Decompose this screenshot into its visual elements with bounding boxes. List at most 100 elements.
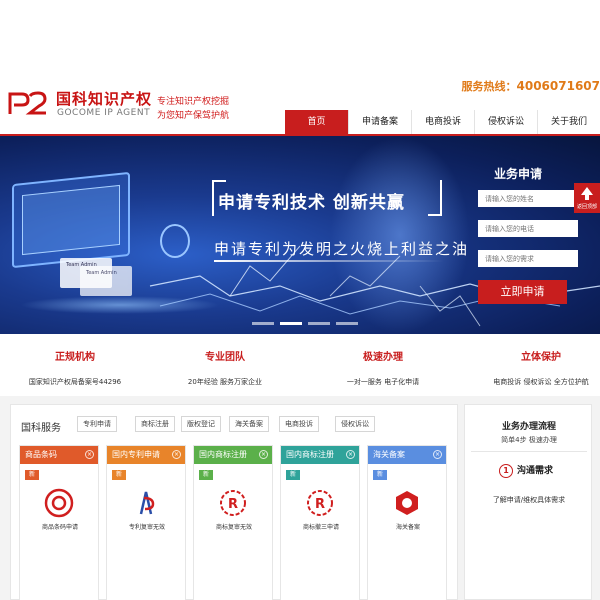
card-header: 国内商标注册 × — [194, 446, 272, 464]
card-title: 国内商标注册 — [286, 450, 334, 459]
feature-desc: 一对一服务 电子化申请 — [346, 378, 420, 386]
close-icon: × — [259, 450, 268, 459]
svg-text:R: R — [315, 497, 325, 512]
step-description: 了解申请/维权具体需求 — [492, 496, 566, 504]
slogan-line-1: 专注知识产权挖掘 — [157, 97, 230, 107]
feature-title: 正规机构 — [55, 352, 95, 363]
fingerprint-icon — [160, 224, 190, 258]
feature-desc: 20年经验 服务万家企业 — [187, 378, 263, 386]
carousel-dot[interactable] — [252, 322, 274, 325]
step-title: 沟通需求 — [517, 466, 554, 476]
nav-about-us[interactable]: 关于我们 — [537, 110, 600, 134]
card-title: 商品条码 — [25, 450, 57, 459]
feature-fast: 极速办理 一对一服务 电子化申请 — [308, 348, 458, 387]
close-icon: × — [433, 450, 442, 459]
patent-icon — [139, 491, 155, 515]
close-icon: × — [346, 450, 355, 459]
trademark-icon: R — [307, 490, 333, 516]
card-label: 商品条码申请 — [41, 524, 78, 531]
feature-desc: 国家知识产权局备案号44296 — [28, 378, 122, 386]
card-header: 国内专利申请 × — [107, 446, 185, 464]
services-title: 国科服务 — [21, 423, 61, 434]
carousel-dots — [252, 322, 358, 325]
svg-text:R: R — [228, 497, 238, 512]
service-card-trademark-cancel[interactable]: 国内商标注册 × 新 R 商标撤三申请 — [280, 445, 360, 600]
arrow-up-stem — [585, 194, 589, 200]
need-input[interactable] — [478, 250, 578, 267]
admin-card-label-2: Team Admin — [86, 270, 117, 276]
process-subtitle: 简单4步 极速办理 — [501, 436, 557, 444]
close-icon: × — [172, 450, 181, 459]
tag-patent[interactable]: 专利申请 — [77, 416, 117, 432]
banner-title: 申请专利技术 创新共赢 — [218, 193, 405, 213]
tag-litigation[interactable]: 侵权诉讼 — [335, 416, 375, 432]
monitor-illustration — [12, 171, 130, 269]
nav-application-filing[interactable]: 申请备案 — [348, 110, 411, 134]
tag-ecommerce[interactable]: 电商投诉 — [279, 416, 319, 432]
card-label: 商标复审无效 — [215, 524, 252, 531]
nav-infringement-litigation[interactable]: 侵权诉讼 — [474, 110, 537, 134]
card-label: 商标撤三申请 — [302, 524, 339, 531]
carousel-dot[interactable] — [336, 322, 358, 325]
feature-title: 立体保护 — [521, 352, 561, 363]
banner-subtitle: 申请专利为发明之火烧上利益之油 — [214, 240, 470, 258]
process-title: 业务办理流程 — [501, 422, 556, 432]
tag-copyright[interactable]: 版权登记 — [181, 416, 221, 432]
feature-protection: 立体保护 电商投诉 侵权诉讼 全方位护航 — [466, 348, 600, 387]
card-label: 海关备案 — [395, 524, 420, 531]
services-panel: 国科服务 专利申请 商标注册 版权登记 海关备案 电商投诉 侵权诉讼 商品条码 … — [10, 404, 458, 600]
service-hotline: 服务热线：4006071607 — [462, 78, 600, 94]
card-header: 商品条码 × — [20, 446, 98, 464]
barcode-icon — [44, 488, 74, 518]
feature-legit: 正规机构 国家知识产权局备案号44296 — [0, 348, 150, 387]
close-icon: × — [85, 450, 94, 459]
service-card-patent[interactable]: 国内专利申请 × 新 专利复审无效 — [106, 445, 186, 600]
card-title: 海关备案 — [373, 450, 405, 459]
title-bracket-right — [428, 180, 442, 216]
tag-customs[interactable]: 海关备案 — [229, 416, 269, 432]
carousel-dot[interactable] — [308, 322, 330, 325]
nav-ecommerce-complaint[interactable]: 电商投诉 — [411, 110, 474, 134]
service-card-customs[interactable]: 海关备案 × 新 海关备案 — [367, 445, 447, 600]
subtitle-underline — [214, 260, 444, 262]
card-header: 国内商标注册 × — [281, 446, 359, 464]
new-badge: 新 — [199, 470, 214, 480]
service-card-trademark[interactable]: 国内商标注册 × 新 R 商标复审无效 — [193, 445, 273, 600]
feature-desc: 电商投诉 侵权诉讼 全方位护航 — [493, 378, 589, 386]
logo-text[interactable]: 国科知识产权 — [56, 88, 152, 109]
service-card-barcode[interactable]: 商品条码 × 新 商品条码申请 — [19, 445, 99, 600]
hotline-number: 4006071607 — [516, 79, 600, 93]
phone-input[interactable] — [478, 220, 578, 237]
admin-card-2: Team Admin — [80, 266, 132, 296]
feature-title: 专业团队 — [205, 352, 245, 363]
back-to-top-button[interactable]: 返回顶部 — [574, 183, 600, 213]
page: 国科知识产权 GOCOME IP AGENT 专注知识产权挖掘 为您知产保驾护航… — [0, 0, 600, 600]
hotline-label: 服务热线： — [461, 80, 517, 93]
process-divider — [471, 451, 587, 452]
platform-glow — [20, 296, 220, 314]
name-input[interactable] — [478, 190, 578, 207]
card-header: 海关备案 × — [368, 446, 446, 464]
card-title: 国内专利申请 — [112, 450, 160, 459]
card-label: 专利复审无效 — [128, 524, 165, 531]
monitor-screen — [22, 184, 120, 256]
nav-home[interactable]: 首页 — [285, 110, 348, 134]
back-to-top-label: 返回顶部 — [576, 204, 597, 210]
new-badge: 新 — [112, 470, 127, 480]
process-panel: 业务办理流程 简单4步 极速办理 1 沟通需求 了解申请/维权具体需求 — [464, 404, 592, 600]
card-title: 国内商标注册 — [199, 450, 247, 459]
new-badge: 新 — [373, 470, 388, 480]
logo-english: GOCOME IP AGENT — [57, 108, 151, 118]
new-badge: 新 — [286, 470, 301, 480]
feature-team: 专业团队 20年经验 服务万家企业 — [150, 348, 300, 387]
features-row: 正规机构 国家知识产权局备案号44296 专业团队 20年经验 服务万家企业 极… — [0, 348, 600, 388]
apply-now-button[interactable]: 立即申请 — [478, 280, 567, 304]
process-step: 1 沟通需求 — [499, 463, 553, 478]
step-number: 1 — [499, 464, 513, 478]
carousel-dot-active[interactable] — [280, 322, 302, 325]
logo-icon[interactable] — [8, 90, 48, 116]
main-nav: 首页 申请备案 电商投诉 侵权诉讼 关于我们 — [285, 110, 600, 134]
form-title: 业务申请 — [494, 167, 543, 181]
slogan-line-2: 为您知产保驾护航 — [157, 111, 230, 121]
tag-trademark[interactable]: 商标注册 — [135, 416, 175, 432]
